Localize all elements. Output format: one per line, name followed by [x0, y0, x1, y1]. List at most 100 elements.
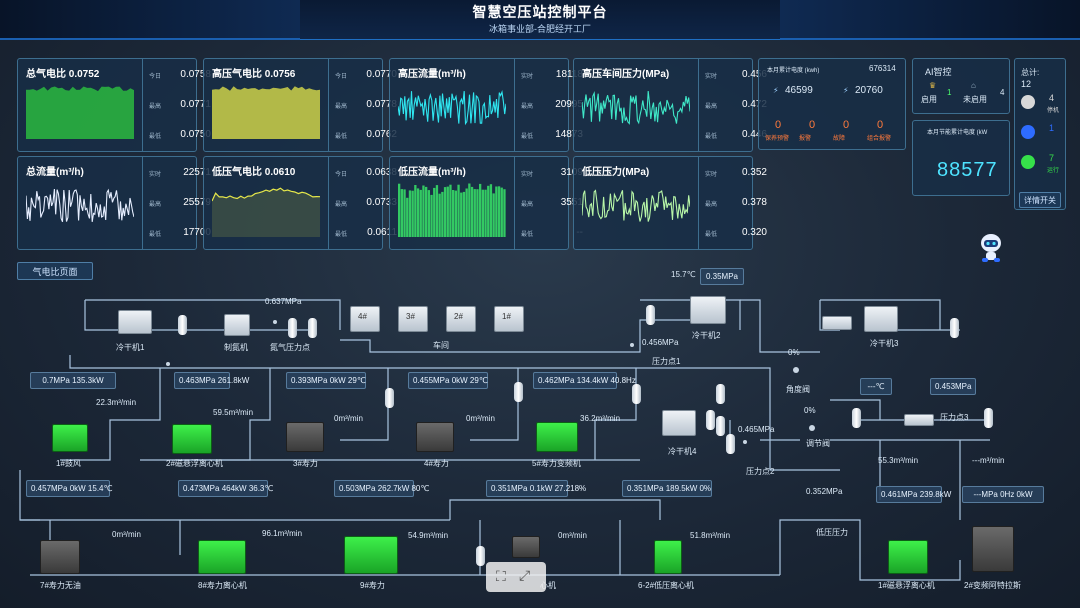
pressure-point-2-label: 压力点2 — [746, 467, 775, 476]
compressor-1[interactable] — [52, 424, 88, 452]
flow-readout: 36.2m³/min — [580, 414, 621, 423]
compressor-4[interactable] — [416, 422, 454, 452]
compressor-1-tag[interactable]: 0.7MPa 135.3kW — [30, 372, 116, 389]
compressor-9-label: 9#寿力 — [360, 581, 385, 590]
flow-readout: 0m³/min — [112, 530, 141, 539]
pressure-readout: 0.456MPa — [642, 338, 679, 347]
low-pressure-readout: 0.352MPa — [806, 487, 843, 496]
air-tank-icon[interactable] — [288, 318, 297, 338]
compressor-4-tag[interactable]: 0.455MPa 0kW 29℃ — [408, 372, 488, 389]
compressor-2[interactable] — [172, 424, 212, 454]
cold-dryer-3[interactable] — [864, 306, 898, 332]
compressor-8-tag[interactable]: 0.473MPa 464kW 36.3℃ — [178, 480, 273, 497]
air-tank-icon[interactable] — [984, 408, 993, 428]
pressure-point-1-label: 压力点1 — [652, 357, 681, 366]
top-pressure-tag[interactable]: 0.35MPa — [700, 268, 744, 285]
compressor-9-tag[interactable]: 0.503MPa 262.7kW 80℃ — [334, 480, 429, 497]
temperature-tag[interactable]: ---℃ — [860, 378, 892, 395]
flow-readout: 22.3m³/min — [96, 398, 137, 407]
compressor-6[interactable] — [654, 540, 682, 574]
compressor-6-label: 6-2#低压离心机 — [638, 581, 695, 590]
compressor-7-label: 7#寿力无油 — [40, 581, 81, 590]
compressor-8[interactable] — [198, 540, 246, 574]
cold-dryer-1-label: 冷干机1 — [116, 343, 145, 352]
filter-unit[interactable] — [822, 316, 852, 330]
valve-percent: 0% — [804, 406, 816, 415]
flow-readout: 59.5m³/min — [213, 408, 254, 417]
air-tank-icon[interactable] — [632, 384, 641, 404]
workshop-station-id: 4# — [358, 312, 367, 321]
compressor-10[interactable] — [512, 536, 540, 558]
compressor-6-tag[interactable]: 0.351MPa 189.5kW 0% — [622, 480, 712, 497]
pipe-network — [19, 299, 990, 581]
compressor-5-label: 5#寿力变频机 — [532, 459, 581, 468]
compressor-2-tag[interactable]: 0.463MPa 261.8kW — [174, 372, 249, 389]
compressor-5-tag[interactable]: 0.462MPa 134.4kW 40.8Hz — [533, 372, 636, 389]
compressor-7[interactable] — [40, 540, 80, 574]
workshop-station-id: 2# — [454, 312, 463, 321]
compressor-3[interactable] — [286, 422, 324, 452]
cold-dryer-2-label: 冷干机2 — [692, 331, 721, 340]
high-compressor-1[interactable] — [888, 540, 928, 574]
low-pressure-label: 低压压力 — [816, 528, 848, 537]
cold-dryer-4-label: 冷干机4 — [668, 447, 697, 456]
compressor-2-label: 2#磁悬浮离心机 — [166, 459, 223, 468]
air-tank-icon[interactable] — [476, 546, 485, 566]
nitrogen-pressure-label: 氮气压力点 — [270, 343, 310, 352]
compressor-8-label: 8#寿力离心机 — [198, 581, 247, 590]
fullscreen-toolbar: ⛶ ⤢ — [486, 562, 546, 592]
pressure-point-3-unit[interactable] — [904, 414, 934, 426]
compressor-4-label: 4#寿力 — [424, 459, 449, 468]
air-tank-icon[interactable] — [706, 410, 715, 430]
cold-dryer-2[interactable] — [690, 296, 726, 324]
high-compressor-2[interactable] — [972, 526, 1014, 572]
air-tank-icon[interactable] — [716, 416, 725, 436]
workshop-label: 车间 — [433, 341, 449, 350]
flow-readout: 54.9m³/min — [408, 531, 449, 540]
valve-percent: 0% — [788, 348, 800, 357]
flow-readout: 51.8m³/min — [690, 531, 731, 540]
workshop-station-id: 3# — [406, 312, 415, 321]
compressor-9[interactable] — [344, 536, 398, 574]
air-tank-icon[interactable] — [646, 305, 655, 325]
temperature-readout: 15.7℃ — [671, 270, 696, 279]
high-compressor-1-label: 1#磁悬浮离心机 — [878, 581, 935, 590]
air-tank-icon[interactable] — [716, 384, 725, 404]
expand-icon[interactable]: ⤢ — [519, 567, 530, 584]
compressor-5[interactable] — [536, 422, 578, 452]
compressor-3-label: 3#寿力 — [293, 459, 318, 468]
high-compressor-2-label: 2#变频阿特拉斯 — [964, 581, 1021, 590]
regulating-valve-label: 调节阀 — [806, 439, 830, 448]
air-tank-icon[interactable] — [178, 315, 187, 335]
compressor-1-label: 1#鼓风 — [56, 459, 81, 468]
workshop-station-id: 1# — [502, 312, 511, 321]
air-tank-icon[interactable] — [385, 388, 394, 408]
piping-diagram — [19, 299, 990, 581]
flow-readout: 55.3m³/min — [878, 456, 919, 465]
air-tank-icon[interactable] — [852, 408, 861, 428]
flow-readout: 0m³/min — [558, 531, 587, 540]
cold-dryer-3-label: 冷干机3 — [870, 339, 899, 348]
pressure-point-3-tag[interactable]: 0.453MPa — [930, 378, 976, 395]
air-tank-icon[interactable] — [514, 382, 523, 402]
pressure-readout: 0.637MPa — [265, 297, 302, 306]
nitrogen-generator[interactable] — [224, 314, 250, 336]
flow-readout: 96.1m³/min — [262, 529, 303, 538]
pressure-readout: 0.465MPa — [738, 425, 775, 434]
air-tank-icon[interactable] — [950, 318, 959, 338]
pressure-point-3-label: 压力点3 — [940, 413, 969, 422]
fit-screen-icon[interactable]: ⛶ — [496, 568, 506, 585]
compressor-3-tag[interactable]: 0.393MPa 0kW 29℃ — [286, 372, 366, 389]
cold-dryer-4[interactable] — [662, 410, 696, 436]
high-compressor-1-tag[interactable]: 0.461MPa 239.8kW — [876, 486, 951, 503]
compressor-10-tag[interactable]: 0.351MPa 0.1kW 27.218% — [486, 480, 586, 497]
flow-readout: ---m³/min — [972, 456, 1005, 465]
high-compressor-2-tag[interactable]: ---MPa 0Hz 0kW — [962, 486, 1044, 503]
air-tank-icon[interactable] — [726, 434, 735, 454]
flow-readout: 0m³/min — [334, 414, 363, 423]
cold-dryer-1[interactable] — [118, 310, 152, 334]
air-tank-icon[interactable] — [308, 318, 317, 338]
compressor-7-tag[interactable]: 0.457MPa 0kW 15.4℃ — [26, 480, 112, 497]
nitrogen-generator-label: 制氮机 — [224, 343, 248, 352]
flow-readout: 0m³/min — [466, 414, 495, 423]
